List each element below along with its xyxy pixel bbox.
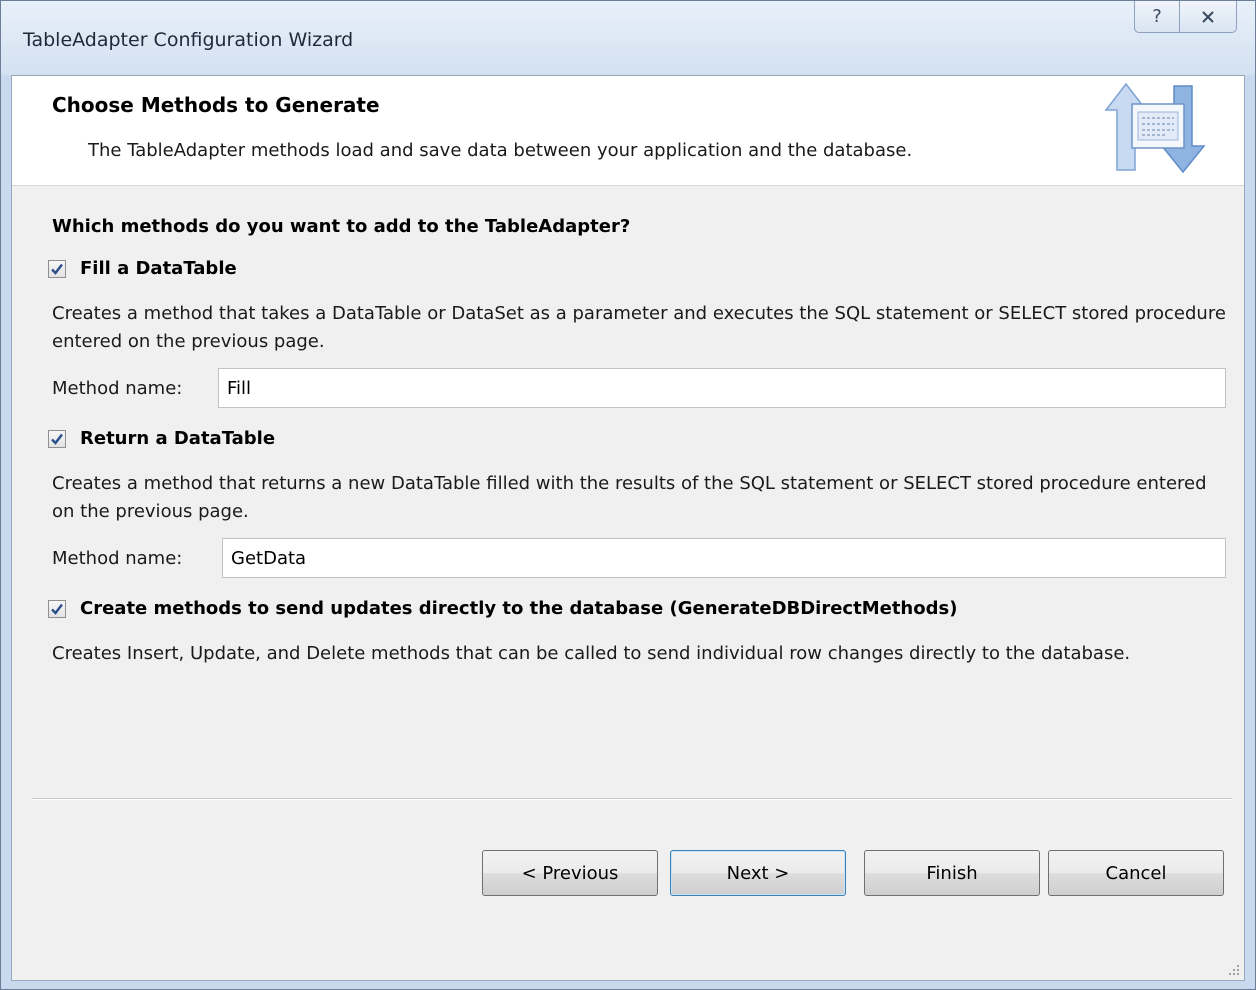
help-button[interactable]: ? bbox=[1134, 1, 1180, 33]
title-bar-buttons: ? bbox=[1134, 1, 1237, 35]
return-method-name-label: Method name: bbox=[52, 548, 183, 569]
page-title: Choose Methods to Generate bbox=[52, 93, 380, 117]
direct-methods-option[interactable]: Create methods to send updates directly … bbox=[48, 598, 957, 619]
title-bar: TableAdapter Configuration Wizard ? bbox=[1, 1, 1255, 75]
direct-methods-checkbox[interactable] bbox=[48, 599, 66, 618]
checkmark-icon bbox=[51, 263, 63, 275]
resize-grip-icon[interactable] bbox=[1226, 962, 1240, 976]
return-datatable-label: Return a DataTable bbox=[80, 428, 276, 449]
fill-datatable-label: Fill a DataTable bbox=[80, 258, 237, 279]
cancel-button[interactable]: Cancel bbox=[1048, 850, 1224, 896]
data-transfer-icon bbox=[1104, 82, 1206, 174]
fill-datatable-checkbox[interactable] bbox=[48, 259, 66, 278]
return-method-row: Method name: bbox=[52, 548, 182, 569]
fill-method-row: Method name: bbox=[52, 378, 182, 399]
close-button[interactable] bbox=[1179, 1, 1237, 33]
page-subtitle: The TableAdapter methods load and save d… bbox=[88, 140, 913, 161]
return-datatable-option[interactable]: Return a DataTable bbox=[48, 428, 275, 449]
direct-methods-label: Create methods to send updates directly … bbox=[80, 598, 958, 619]
checkmark-icon bbox=[51, 433, 63, 445]
return-datatable-checkbox[interactable] bbox=[48, 429, 66, 448]
methods-question: Which methods do you want to add to the … bbox=[52, 216, 631, 237]
footer-divider bbox=[32, 798, 1232, 800]
next-button[interactable]: Next > bbox=[670, 850, 846, 896]
checkmark-icon bbox=[51, 603, 63, 615]
window-title: TableAdapter Configuration Wizard bbox=[23, 29, 354, 51]
close-icon bbox=[1202, 10, 1214, 23]
previous-button[interactable]: < Previous bbox=[482, 850, 658, 896]
wizard-client-area: Choose Methods to Generate The TableAdap… bbox=[11, 75, 1245, 981]
fill-method-name-input[interactable]: Fill bbox=[218, 368, 1226, 408]
fill-datatable-option[interactable]: Fill a DataTable bbox=[48, 258, 237, 279]
return-method-name-input[interactable]: GetData bbox=[222, 538, 1226, 578]
fill-method-name-label: Method name: bbox=[52, 378, 183, 399]
finish-button[interactable]: Finish bbox=[864, 850, 1040, 896]
help-icon: ? bbox=[1152, 6, 1162, 27]
direct-methods-description: Creates Insert, Update, and Delete metho… bbox=[52, 643, 1131, 664]
return-datatable-description: Creates a method that returns a new Data… bbox=[52, 473, 1207, 522]
wizard-window: TableAdapter Configuration Wizard ? Choo… bbox=[0, 0, 1256, 990]
wizard-header: Choose Methods to Generate The TableAdap… bbox=[12, 76, 1244, 186]
fill-datatable-description: Creates a method that takes a DataTable … bbox=[52, 303, 1226, 352]
